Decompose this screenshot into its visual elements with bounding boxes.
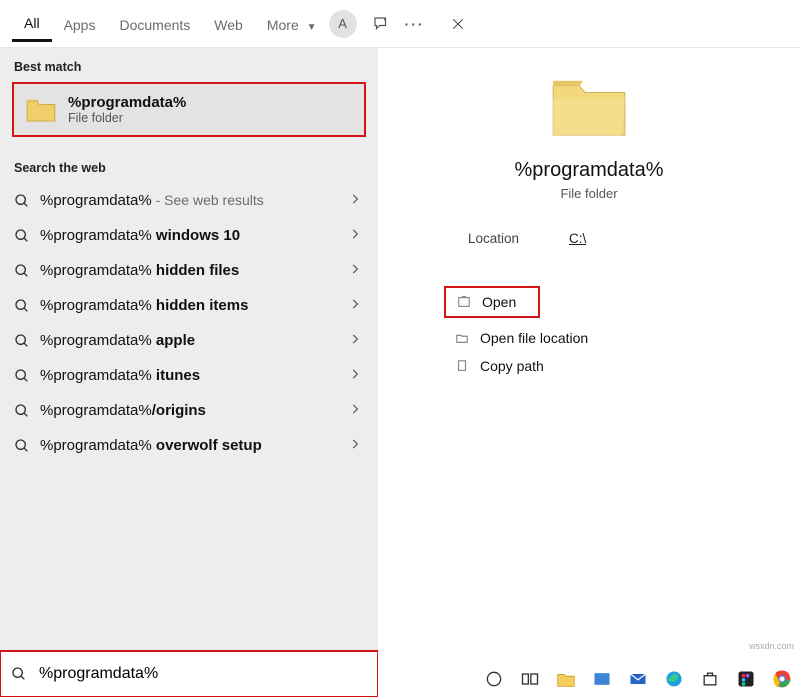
folder-icon [26,98,56,122]
results-pane: Best match %programdata% File folder Sea… [0,48,378,697]
taskbar-app-icon-1[interactable] [588,665,616,693]
section-search-web: Search the web [0,149,378,183]
chevron-right-icon [348,192,362,209]
taskbar [480,665,796,693]
taskbar-explorer-icon[interactable] [552,665,580,693]
taskbar-taskview-icon[interactable] [516,665,544,693]
best-match-type: File folder [68,111,186,125]
action-copy-path[interactable]: Copy path [444,352,644,380]
section-best-match: Best match [0,48,378,82]
chevron-right-icon [348,262,362,279]
web-result-label: %programdata% overwolf setup [40,437,338,454]
action-open-location[interactable]: Open file location [444,324,644,352]
chevron-right-icon [348,367,362,384]
search-icon [14,403,30,419]
open-icon [456,294,472,310]
tab-apps[interactable]: Apps [52,7,108,41]
location-row: Location C:\ [468,231,770,246]
taskbar-figma-icon[interactable] [732,665,760,693]
chevron-right-icon [348,402,362,419]
tab-all[interactable]: All [12,5,52,42]
best-match-name: %programdata% [68,94,186,111]
user-avatar[interactable]: A [329,10,357,38]
feedback-icon[interactable] [371,14,391,34]
web-result-item[interactable]: %programdata% overwolf setup [0,428,378,463]
chevron-right-icon [348,227,362,244]
search-icon [14,333,30,349]
web-result-label: %programdata% apple [40,332,338,349]
search-input[interactable] [37,664,367,684]
web-result-item[interactable]: %programdata% - See web results [0,183,378,218]
watermark: wsxdn.com [749,641,794,651]
folder-icon-large [550,76,628,138]
search-icon [14,438,30,454]
taskbar-cortana-icon[interactable] [480,665,508,693]
more-options-icon[interactable]: ··· [405,14,425,34]
search-icon [11,666,27,682]
web-result-label: %programdata% hidden items [40,297,338,314]
taskbar-store-icon[interactable] [696,665,724,693]
web-result-label: %programdata% - See web results [40,192,338,209]
search-icon [14,298,30,314]
web-results-list: %programdata% - See web results %programd… [0,183,378,463]
top-tab-bar: All Apps Documents Web More ▼ A ··· [0,0,800,48]
web-result-item[interactable]: %programdata% itunes [0,358,378,393]
search-bar[interactable] [0,651,378,697]
search-icon [14,193,30,209]
location-link[interactable]: C:\ [569,231,586,246]
action-open[interactable]: Open [444,286,540,318]
web-result-item[interactable]: %programdata% windows 10 [0,218,378,253]
taskbar-mail-icon[interactable] [624,665,652,693]
best-match-result[interactable]: %programdata% File folder [12,82,366,137]
web-result-label: %programdata% windows 10 [40,227,338,244]
search-icon [14,263,30,279]
preview-pane: %programdata% File folder Location C:\ O… [378,48,800,697]
web-result-label: %programdata% itunes [40,367,338,384]
web-result-item[interactable]: %programdata% hidden files [0,253,378,288]
search-icon [14,368,30,384]
web-result-item[interactable]: %programdata% apple [0,323,378,358]
chevron-down-icon: ▼ [307,22,317,33]
location-label: Location [468,231,519,246]
preview-subtitle: File folder [408,186,770,201]
chevron-right-icon [348,297,362,314]
web-result-item[interactable]: %programdata% hidden items [0,288,378,323]
search-icon [14,228,30,244]
tab-documents[interactable]: Documents [107,7,202,41]
taskbar-chrome-icon[interactable] [768,665,796,693]
open-location-icon [454,330,470,346]
tab-web[interactable]: Web [202,7,255,41]
chevron-right-icon [348,332,362,349]
preview-title: %programdata% [408,159,770,182]
web-result-label: %programdata%/origins [40,402,338,419]
web-result-item[interactable]: %programdata%/origins [0,393,378,428]
copy-icon [454,358,470,374]
web-result-label: %programdata% hidden files [40,262,338,279]
chevron-right-icon [348,437,362,454]
close-button[interactable] [439,5,477,43]
taskbar-edge-icon[interactable] [660,665,688,693]
tab-more[interactable]: More ▼ [255,7,329,41]
